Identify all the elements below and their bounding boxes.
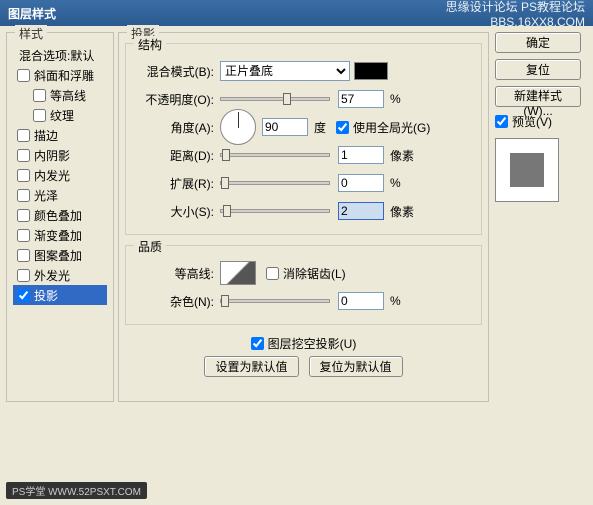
style-label: 内发光 bbox=[34, 167, 70, 184]
style-label: 纹理 bbox=[50, 107, 74, 124]
style-item-6[interactable]: 光泽 bbox=[13, 185, 107, 205]
style-checkbox[interactable] bbox=[17, 189, 30, 202]
opacity-slider[interactable] bbox=[220, 97, 330, 101]
antialias-checkbox[interactable]: 消除锯齿(L) bbox=[266, 265, 346, 282]
spread-label: 扩展(R): bbox=[134, 175, 220, 192]
contour-label: 等高线: bbox=[134, 265, 220, 282]
style-label: 投影 bbox=[34, 287, 58, 304]
shadow-color-swatch[interactable] bbox=[354, 62, 388, 80]
spread-slider[interactable] bbox=[220, 181, 330, 185]
distance-input[interactable] bbox=[338, 146, 384, 164]
style-checkbox[interactable] bbox=[17, 289, 30, 302]
distance-label: 距离(D): bbox=[134, 147, 220, 164]
angle-unit: 度 bbox=[314, 119, 326, 136]
styles-title: 样式 bbox=[15, 25, 47, 42]
style-item-2[interactable]: 纹理 bbox=[13, 105, 107, 125]
preview-checkbox[interactable]: 预览(V) bbox=[495, 113, 587, 130]
noise-slider[interactable] bbox=[220, 299, 330, 303]
size-unit: 像素 bbox=[390, 203, 414, 220]
reset-default-button[interactable]: 复位为默认值 bbox=[309, 356, 403, 377]
style-label: 等高线 bbox=[50, 87, 86, 104]
style-label: 光泽 bbox=[34, 187, 58, 204]
structure-group: 结构 混合模式(B): 正片叠底 不透明度(O): % bbox=[125, 43, 482, 235]
opacity-label: 不透明度(O): bbox=[134, 91, 220, 108]
style-item-8[interactable]: 渐变叠加 bbox=[13, 225, 107, 245]
spread-unit: % bbox=[390, 176, 401, 190]
style-label: 描边 bbox=[34, 127, 58, 144]
blend-mode-label: 混合模式(B): bbox=[134, 63, 220, 80]
new-style-button[interactable]: 新建样式(W)... bbox=[495, 86, 581, 107]
style-checkbox[interactable] bbox=[17, 209, 30, 222]
cancel-button[interactable]: 复位 bbox=[495, 59, 581, 80]
opacity-input[interactable] bbox=[338, 90, 384, 108]
style-checkbox[interactable] bbox=[17, 129, 30, 142]
opacity-unit: % bbox=[390, 92, 401, 106]
style-label: 外发光 bbox=[34, 267, 70, 284]
blend-options-default[interactable]: 混合选项:默认 bbox=[13, 45, 107, 65]
set-default-button[interactable]: 设置为默认值 bbox=[204, 356, 298, 377]
style-item-5[interactable]: 内发光 bbox=[13, 165, 107, 185]
style-item-0[interactable]: 斜面和浮雕 bbox=[13, 65, 107, 85]
size-label: 大小(S): bbox=[134, 203, 220, 220]
style-checkbox[interactable] bbox=[17, 249, 30, 262]
preview-thumbnail bbox=[510, 153, 544, 187]
knockout-checkbox[interactable]: 图层挖空投影(U) bbox=[125, 335, 482, 352]
quality-title: 品质 bbox=[134, 238, 166, 255]
style-item-7[interactable]: 颜色叠加 bbox=[13, 205, 107, 225]
titlebar-watermark: 思缘设计论坛 PS教程论坛BBS.16XX8.COM bbox=[446, 0, 585, 29]
style-item-3[interactable]: 描边 bbox=[13, 125, 107, 145]
distance-unit: 像素 bbox=[390, 147, 414, 164]
spread-input[interactable] bbox=[338, 174, 384, 192]
style-checkbox[interactable] bbox=[17, 229, 30, 242]
style-item-9[interactable]: 图案叠加 bbox=[13, 245, 107, 265]
contour-picker[interactable] bbox=[220, 261, 256, 285]
size-slider[interactable] bbox=[220, 209, 330, 213]
size-input[interactable] bbox=[338, 202, 384, 220]
style-checkbox[interactable] bbox=[33, 109, 46, 122]
quality-group: 品质 等高线: 消除锯齿(L) 杂色(N): % bbox=[125, 245, 482, 325]
style-checkbox[interactable] bbox=[17, 149, 30, 162]
noise-input[interactable] bbox=[338, 292, 384, 310]
styles-group: 样式 混合选项:默认 斜面和浮雕等高线纹理描边内阴影内发光光泽颜色叠加渐变叠加图… bbox=[6, 32, 114, 402]
style-item-11[interactable]: 投影 bbox=[13, 285, 107, 305]
style-checkbox[interactable] bbox=[17, 269, 30, 282]
style-label: 斜面和浮雕 bbox=[34, 67, 94, 84]
style-item-4[interactable]: 内阴影 bbox=[13, 145, 107, 165]
angle-input[interactable] bbox=[262, 118, 308, 136]
footer-watermark: PS学堂 WWW.52PSXT.COM bbox=[6, 482, 147, 499]
style-checkbox[interactable] bbox=[17, 69, 30, 82]
style-item-10[interactable]: 外发光 bbox=[13, 265, 107, 285]
window-title: 图层样式 bbox=[8, 5, 56, 22]
angle-label: 角度(A): bbox=[134, 119, 220, 136]
noise-label: 杂色(N): bbox=[134, 293, 220, 310]
titlebar: 图层样式 思缘设计论坛 PS教程论坛BBS.16XX8.COM bbox=[0, 0, 593, 26]
ok-button[interactable]: 确定 bbox=[495, 32, 581, 53]
structure-title: 结构 bbox=[134, 36, 166, 53]
global-light-checkbox[interactable]: 使用全局光(G) bbox=[336, 119, 430, 136]
style-label: 颜色叠加 bbox=[34, 207, 82, 224]
blend-mode-select[interactable]: 正片叠底 bbox=[220, 61, 350, 81]
style-checkbox[interactable] bbox=[33, 89, 46, 102]
distance-slider[interactable] bbox=[220, 153, 330, 157]
style-label: 内阴影 bbox=[34, 147, 70, 164]
preview-box bbox=[495, 138, 559, 202]
style-label: 图案叠加 bbox=[34, 247, 82, 264]
drop-shadow-group: 投影 结构 混合模式(B): 正片叠底 不透明度(O): % bbox=[118, 32, 489, 402]
style-item-1[interactable]: 等高线 bbox=[13, 85, 107, 105]
style-label: 渐变叠加 bbox=[34, 227, 82, 244]
style-checkbox[interactable] bbox=[17, 169, 30, 182]
angle-dial[interactable] bbox=[220, 109, 256, 145]
noise-unit: % bbox=[390, 294, 401, 308]
